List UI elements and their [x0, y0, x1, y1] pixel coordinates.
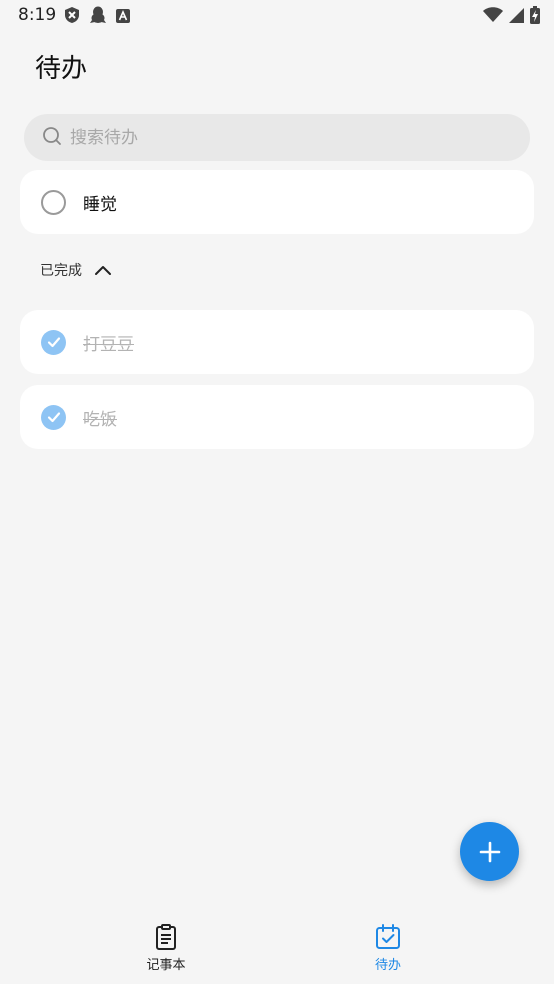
todo-item[interactable]: 睡觉 [20, 170, 534, 234]
status-notification-icons [64, 6, 130, 28]
chevron-up-icon[interactable] [94, 264, 112, 276]
status-system-icons [483, 6, 540, 28]
completed-section-label: 已完成 [40, 263, 82, 279]
check-icon [47, 337, 60, 348]
completed-section-header[interactable]: 已完成 [40, 260, 112, 280]
add-todo-button[interactable] [460, 822, 519, 881]
cellular-signal-icon [509, 7, 524, 27]
status-bar: 8:19 [0, 0, 554, 30]
shield-x-icon [64, 6, 80, 28]
todo-label: 吃饭 [83, 409, 117, 430]
search-icon [42, 126, 62, 150]
todo-checkbox-checked[interactable] [41, 404, 66, 430]
todo-label: 睡觉 [83, 194, 117, 215]
bottom-nav: 记事本 待办 [0, 904, 554, 984]
completed-todo-item[interactable]: 吃饭 [20, 385, 534, 449]
battery-charging-icon [530, 6, 540, 28]
wifi-icon [483, 7, 503, 27]
nav-label: 记事本 [146, 958, 186, 973]
status-time: 8:19 [18, 5, 57, 25]
nav-item-notepad[interactable]: 记事本 [116, 924, 216, 973]
todo-label: 打豆豆 [83, 334, 134, 355]
search-input[interactable] [68, 126, 492, 149]
check-icon [47, 412, 60, 423]
search-bar[interactable] [24, 114, 530, 161]
completed-todo-item[interactable]: 打豆豆 [20, 310, 534, 374]
plus-icon [479, 841, 500, 862]
font-a-icon [116, 8, 130, 27]
page-title: 待办 [35, 54, 88, 84]
todo-checkbox[interactable] [41, 189, 66, 215]
calendar-check-icon [376, 924, 400, 949]
penguin-icon [90, 6, 106, 28]
nav-label: 待办 [374, 958, 401, 973]
notepad-icon [156, 924, 176, 950]
nav-item-todo[interactable]: 待办 [338, 924, 438, 973]
todo-checkbox-checked[interactable] [41, 329, 66, 355]
